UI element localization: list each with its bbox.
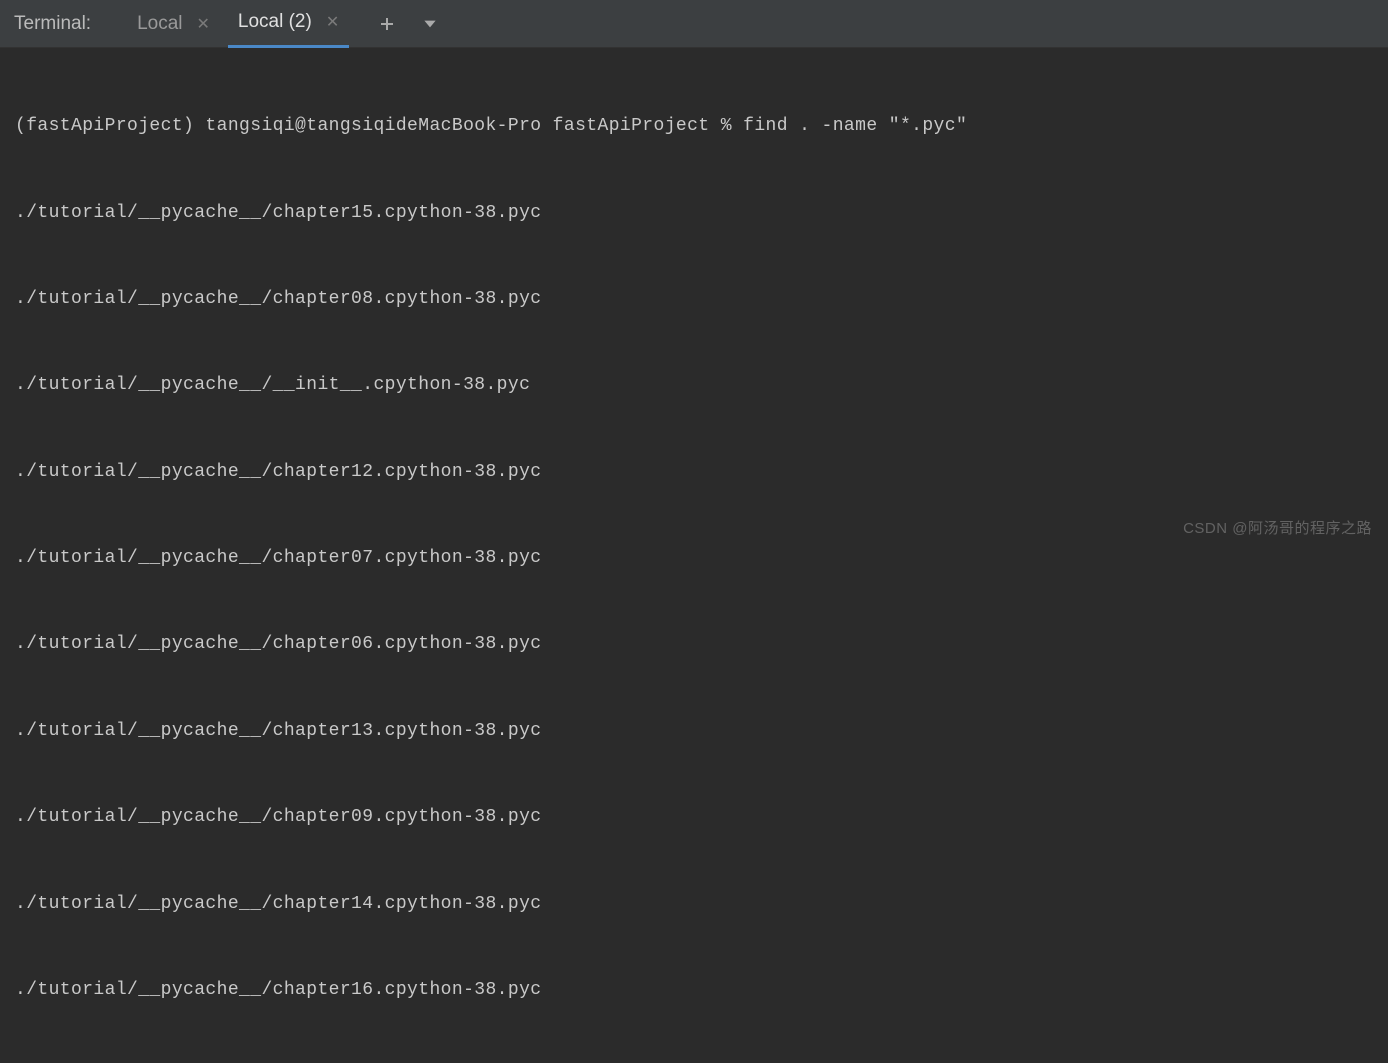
toolbar-actions [379, 15, 439, 33]
terminal-label: Terminal: [14, 13, 91, 35]
tab-local-2[interactable]: Local (2) ✕ [228, 0, 349, 48]
add-tab-icon[interactable] [379, 16, 395, 32]
output-line: ./tutorial/__pycache__/__init__.cpython-… [15, 364, 1373, 407]
output-line: ./tutorial/__pycache__/chapter12.cpython… [15, 451, 1373, 494]
tab-label: Local [137, 13, 182, 35]
close-icon[interactable]: ✕ [197, 14, 210, 34]
terminal-output[interactable]: (fastApiProject) tangsiqi@tangsiqideMacB… [0, 48, 1388, 1063]
output-line: ./tutorial/__pycache__/chapter06.cpython… [15, 623, 1373, 666]
output-line: ./tutorial/__pycache__/chapter14.cpython… [15, 883, 1373, 926]
output-line: ./tutorial/__pycache__/chapter08.cpython… [15, 278, 1373, 321]
tab-local[interactable]: Local ✕ [127, 0, 220, 48]
output-line: ./tutorial/__pycache__/chapter16.cpython… [15, 969, 1373, 1012]
chevron-down-icon[interactable] [421, 15, 439, 33]
prompt-line: (fastApiProject) tangsiqi@tangsiqideMacB… [15, 105, 1373, 148]
close-icon[interactable]: ✕ [326, 12, 339, 32]
output-line: ./tutorial/__pycache__/chapter15.cpython… [15, 192, 1373, 235]
output-line: ./tutorial/__pycache__/chapter09.cpython… [15, 796, 1373, 839]
output-line: ./tutorial/__pycache__/chapter13.cpython… [15, 710, 1373, 753]
terminal-toolbar: Terminal: Local ✕ Local (2) ✕ [0, 0, 1388, 48]
tab-label: Local (2) [238, 11, 312, 33]
watermark: CSDN @阿汤哥的程序之路 [1183, 517, 1372, 538]
